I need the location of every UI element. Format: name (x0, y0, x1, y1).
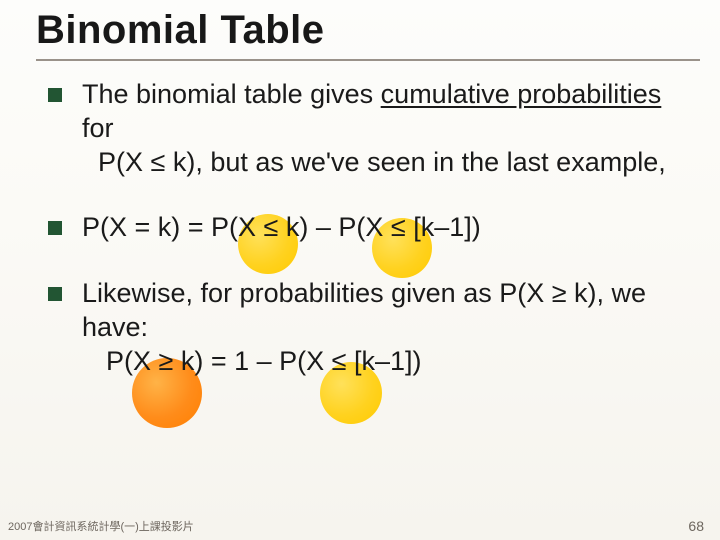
page-number: 68 (688, 518, 704, 534)
formula-text: P(X = k) = P(X ≤ k) – P(X ≤ [k–1]) (82, 212, 481, 242)
footer-text: 2007會計資訊系統計學(一)上課投影片 (8, 518, 194, 534)
body-text: Likewise, for probabilities given as P(X… (82, 278, 646, 342)
formula-text: P(X ≥ k) = 1 – P(X ≤ [k–1]) (82, 345, 692, 379)
body-text: The binomial table gives (82, 79, 381, 109)
list-item: Likewise, for probabilities given as P(X… (48, 277, 692, 378)
page-title: Binomial Table (36, 8, 700, 53)
underlined-text: cumulative probabilities (381, 79, 662, 109)
title-bar: Binomial Table (36, 8, 700, 61)
body-text: for (82, 113, 114, 143)
list-item: P(X = k) = P(X ≤ k) – P(X ≤ [k–1]) (48, 211, 692, 245)
bullet-list: The binomial table gives cumulative prob… (48, 78, 692, 410)
body-text: P(X ≤ k), but as we've seen in the last … (82, 146, 692, 180)
list-item: The binomial table gives cumulative prob… (48, 78, 692, 179)
